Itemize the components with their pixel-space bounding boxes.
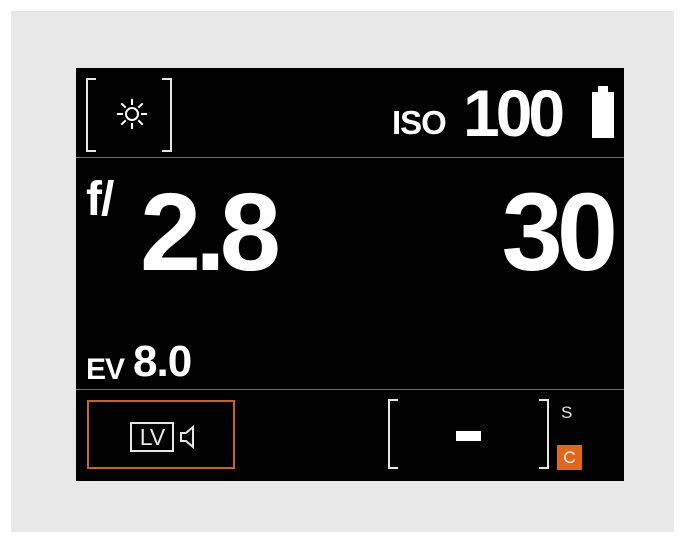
sun-icon	[117, 99, 147, 129]
iso-label: ISO	[392, 104, 447, 141]
status-left-bracket	[388, 399, 398, 469]
status-right-bracket	[539, 399, 549, 469]
s-mode-label[interactable]: S	[561, 403, 572, 423]
camera-display: ISO 100 f/ 2.8 30 EV 8.0 LV S C	[76, 68, 624, 481]
right-bracket	[162, 78, 172, 152]
top-divider	[76, 157, 624, 158]
live-view-button[interactable]: LV	[87, 400, 235, 469]
iso-value[interactable]: 100	[463, 80, 565, 146]
speaker-icon	[180, 425, 194, 449]
shutter-speed-value[interactable]: 30	[502, 178, 618, 288]
c-mode-badge[interactable]: C	[557, 445, 582, 470]
left-bracket	[86, 78, 96, 152]
exposure-mode-selector[interactable]	[86, 78, 172, 152]
lv-label: LV	[130, 422, 174, 452]
ev-value: 8.0	[133, 337, 192, 386]
status-dash	[456, 431, 481, 441]
battery-icon	[592, 86, 614, 138]
aperture-value[interactable]: 2.8	[140, 178, 281, 288]
bottom-divider	[76, 389, 624, 390]
ev-label: EV	[86, 353, 125, 386]
aperture-prefix: f/	[86, 173, 114, 226]
